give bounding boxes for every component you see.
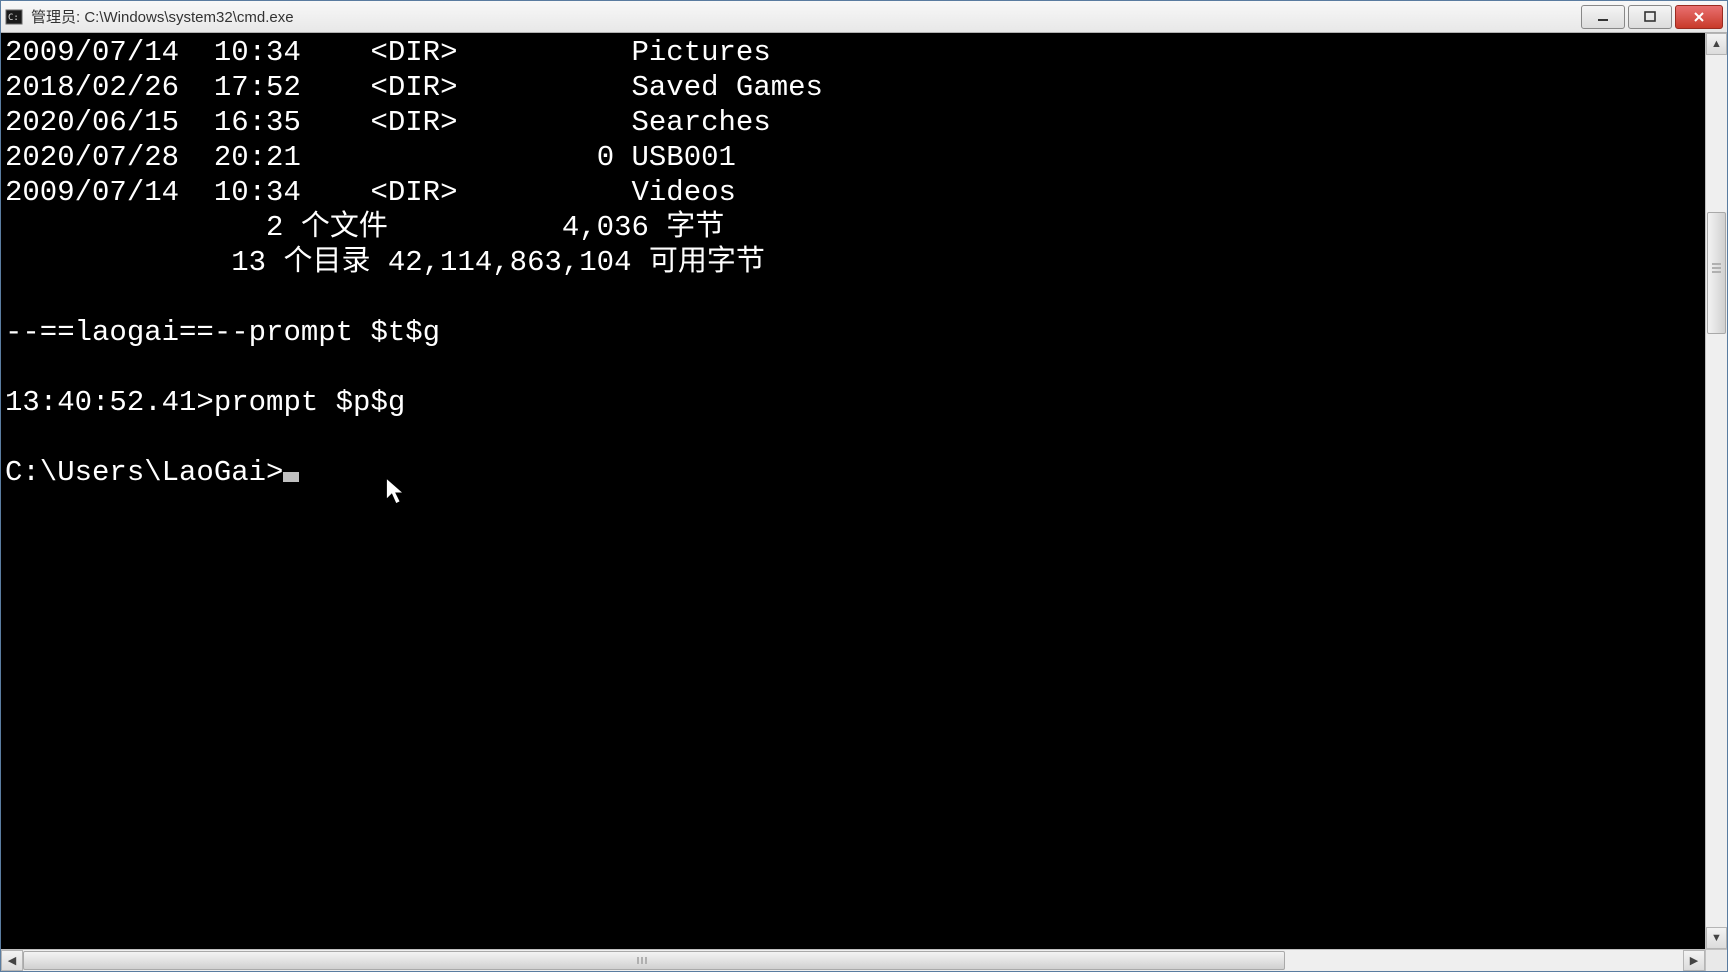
scroll-down-button[interactable]: ▼ [1706, 927, 1727, 949]
prompt-line: C:\Users\LaoGai> [5, 456, 283, 489]
vscroll-thumb[interactable] [1707, 212, 1726, 334]
cmd-icon: C: [5, 8, 23, 26]
hscroll-track[interactable] [23, 950, 1683, 971]
scroll-corner [1705, 950, 1727, 971]
minimize-button[interactable] [1581, 5, 1625, 29]
window-controls [1581, 1, 1723, 32]
close-button[interactable] [1675, 5, 1723, 29]
svg-text:C:: C: [8, 13, 19, 23]
titlebar[interactable]: C: 管理员: C:\Windows\system32\cmd.exe [1, 1, 1727, 33]
scroll-left-button[interactable]: ◀ [1, 950, 23, 971]
text-cursor [283, 472, 299, 482]
scroll-up-button[interactable]: ▲ [1706, 33, 1727, 55]
scroll-right-button[interactable]: ▶ [1683, 950, 1705, 971]
hscroll-thumb[interactable] [23, 951, 1285, 970]
vscroll-track[interactable] [1706, 55, 1727, 927]
maximize-button[interactable] [1628, 5, 1672, 29]
cmd-window: C: 管理员: C:\Windows\system32\cmd.exe 2009… [0, 0, 1728, 972]
console-output[interactable]: 2009/07/14 10:34 <DIR> Pictures 2018/02/… [1, 33, 1705, 949]
horizontal-scrollbar[interactable]: ◀ ▶ [1, 949, 1727, 971]
console-area: 2009/07/14 10:34 <DIR> Pictures 2018/02/… [1, 33, 1727, 949]
mouse-pointer-icon [385, 477, 407, 517]
vertical-scrollbar[interactable]: ▲ ▼ [1705, 33, 1727, 949]
window-title: 管理员: C:\Windows\system32\cmd.exe [31, 6, 294, 27]
